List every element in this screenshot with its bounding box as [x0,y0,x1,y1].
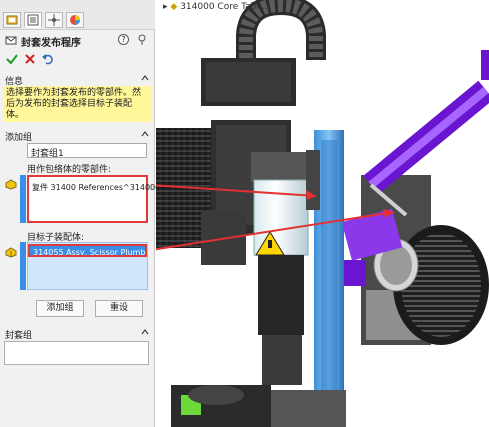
info-section-header[interactable]: 信息 [0,71,155,87]
reset-button[interactable]: 重设 [95,300,143,317]
pm-header: 封套发布程序 ? [0,30,155,50]
add-group-section-label: 添加组 [5,133,33,143]
featuremanager-tab[interactable] [3,12,21,28]
selection-accent [20,242,26,290]
chevron-up-icon [141,131,149,137]
target-selection-box[interactable]: 314055 Assy, Scissor Plumbing-2@ [27,242,148,290]
chevron-up-icon [141,75,149,81]
graphics-area[interactable]: ▸ ◆ 314000 Core Tabl... [156,0,489,427]
seal-groups-section-label: 封套组 [5,331,33,341]
bottom-motor [171,385,346,427]
selection-accent [20,175,26,223]
list-item[interactable]: 314055 Assy, Scissor Plumbing-2@ [28,244,147,257]
component-icon [5,179,17,190]
configuration-icon [48,14,60,26]
configurationmanager-tab[interactable] [45,12,63,28]
envelope-publisher-icon [5,36,17,45]
seal-groups-list[interactable] [4,341,149,365]
filter-canister [251,152,311,385]
page-title: 封套发布程序 [21,38,81,49]
property-manager-panel: 封套发布程序 ? 信息 选择要作为封套发布的零部件。然后为发布的封套选择目标子装… [0,0,168,427]
parts-label: 用作包络体的零部件: [27,165,112,175]
pushpin-icon[interactable] [136,34,148,46]
propertymanager-icon [27,14,39,26]
parts-selection-box[interactable]: 复件 31400 References^314000 C [27,175,168,223]
display-manager-tab[interactable] [66,12,84,28]
assembly-icon: ◆ [170,2,178,12]
featuremanager-icon [6,15,18,25]
tree-root-label: 314000 Core Tabl... [180,2,268,12]
undo-icon[interactable] [41,52,55,66]
group-name-field[interactable]: 封套组1 [27,143,147,159]
seal-groups-section-header[interactable]: 封套组 [0,325,155,341]
display-manager-icon [70,15,80,25]
blue-rail [306,130,344,400]
manager-tabs [0,0,155,30]
add-group-section-header[interactable]: 添加组 [0,127,155,143]
help-button[interactable]: ? [118,34,129,45]
info-message: 选择要作为封套发布的零部件。然后为发布的封套选择目标子装配体。 [3,86,152,122]
propertymanager-tab[interactable] [24,12,42,28]
feature-tree-flyout[interactable]: ▸ ◆ 314000 Core Tabl... [163,2,267,14]
cancel-x-icon[interactable] [23,52,37,66]
add-group-button[interactable]: 添加组 [36,300,84,317]
pm-action-bar [0,50,155,68]
ok-checkmark-icon[interactable] [5,52,19,66]
cad-model-view[interactable] [156,0,489,427]
chevron-up-icon [141,329,149,335]
list-item[interactable]: 复件 31400 References^314000 C [32,182,168,193]
assembly-icon [5,247,17,258]
